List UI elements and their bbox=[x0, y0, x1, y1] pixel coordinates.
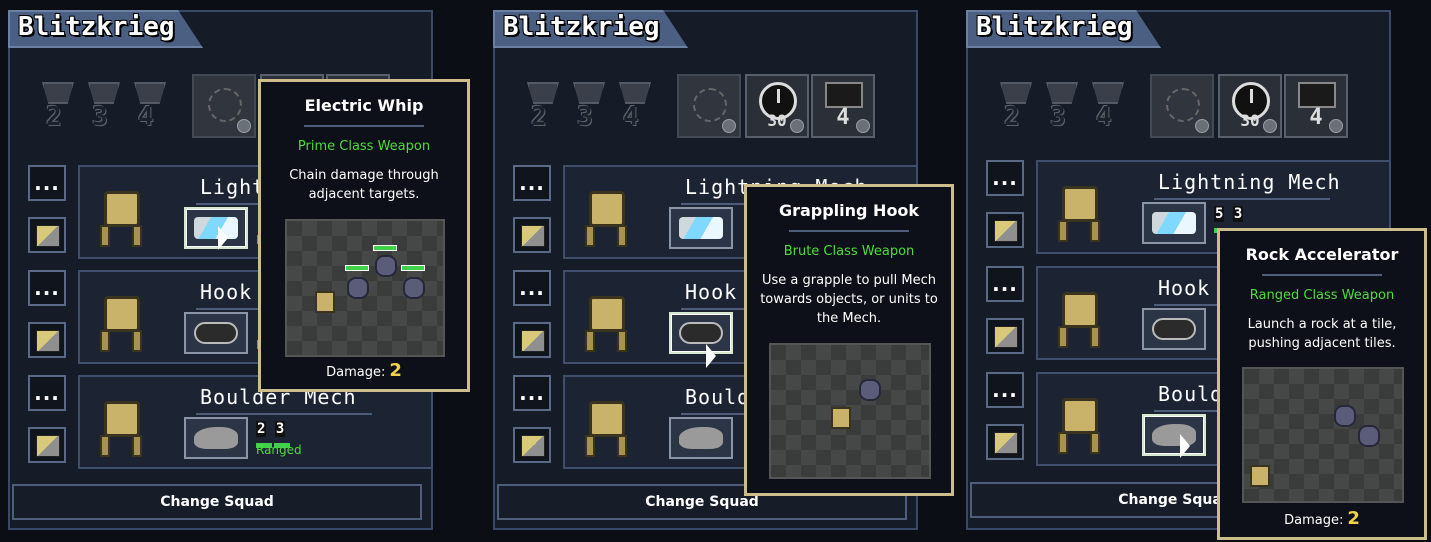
weapon-slot[interactable] bbox=[669, 207, 733, 249]
boulder-mech-portrait bbox=[92, 383, 152, 461]
electric-whip-icon bbox=[1152, 212, 1196, 234]
tooltip-description: Use a grapple to pull Mech towards objec… bbox=[760, 273, 938, 326]
rock-accelerator-icon bbox=[679, 427, 723, 449]
more-options-button[interactable]: ... bbox=[513, 270, 551, 306]
boulder-mech-portrait bbox=[1050, 380, 1110, 458]
trophy-4-icon: 4 bbox=[132, 82, 168, 144]
more-options-button[interactable]: ... bbox=[28, 165, 66, 201]
paint-color-button[interactable] bbox=[986, 424, 1024, 460]
reward-clock[interactable]: 30 bbox=[745, 74, 809, 138]
hook-mech-portrait bbox=[577, 278, 637, 356]
weapon-slot[interactable] bbox=[669, 312, 733, 354]
weapon-slot[interactable] bbox=[184, 207, 248, 249]
lock-icon bbox=[1263, 119, 1277, 133]
squad-title: Blitzkrieg bbox=[976, 12, 1133, 42]
lock-icon bbox=[856, 119, 870, 133]
squad-title: Blitzkrieg bbox=[503, 12, 660, 42]
mouse-cursor-icon bbox=[218, 226, 228, 250]
weapon-slot[interactable] bbox=[184, 312, 248, 354]
trophy-3-icon: 3 bbox=[86, 82, 122, 144]
paint-color-button[interactable] bbox=[513, 322, 551, 358]
more-options-button[interactable]: ... bbox=[513, 165, 551, 201]
rock-accelerator-icon bbox=[194, 427, 238, 449]
grappling-hook-icon bbox=[1152, 318, 1196, 340]
gears-icon bbox=[693, 88, 727, 122]
gears-icon bbox=[208, 88, 242, 122]
more-options-button[interactable]: ... bbox=[986, 266, 1024, 302]
mech-name: Lightning Mech bbox=[1158, 170, 1341, 194]
mouse-cursor-icon bbox=[706, 344, 716, 368]
trophy-2-icon: 2 bbox=[998, 82, 1034, 144]
grappling-hook-icon bbox=[679, 322, 723, 344]
tooltip-preview bbox=[285, 219, 445, 357]
paint-color-button[interactable] bbox=[986, 212, 1024, 248]
tooltip-title: Electric Whip bbox=[304, 96, 424, 115]
weapon-slot[interactable] bbox=[669, 417, 733, 459]
reward-box[interactable]: 4 bbox=[811, 74, 875, 138]
more-options-button[interactable]: ... bbox=[28, 270, 66, 306]
paint-color-button[interactable] bbox=[513, 217, 551, 253]
reward-gears[interactable] bbox=[192, 74, 256, 138]
more-options-button[interactable]: ... bbox=[986, 372, 1024, 408]
tooltip-class: Prime Class Weapon bbox=[297, 139, 431, 154]
squad-title: Blitzkrieg bbox=[18, 12, 175, 42]
trophy-2-icon: 2 bbox=[525, 82, 561, 144]
gears-icon bbox=[1166, 88, 1200, 122]
tooltip-description: Launch a rock at a tile, pushing adjacen… bbox=[1247, 317, 1397, 351]
tooltip-class: Ranged Class Weapon bbox=[1249, 288, 1395, 303]
trophy-2-icon: 2 bbox=[40, 82, 76, 144]
weapon-tooltip: Rock Accelerator Ranged Class Weapon Lau… bbox=[1217, 228, 1427, 540]
weapon-slot[interactable] bbox=[1142, 308, 1206, 350]
weapon-slot[interactable] bbox=[184, 417, 248, 459]
weapon-slot[interactable] bbox=[1142, 414, 1206, 456]
reward-gears[interactable] bbox=[1150, 74, 1214, 138]
grappling-hook-icon bbox=[194, 322, 238, 344]
paint-color-button[interactable] bbox=[28, 427, 66, 463]
change-squad-button[interactable]: Change Squad bbox=[12, 484, 422, 520]
lock-icon bbox=[1329, 119, 1343, 133]
reward-box[interactable]: 4 bbox=[1284, 74, 1348, 138]
lock-icon bbox=[790, 119, 804, 133]
more-options-button[interactable]: ... bbox=[986, 160, 1024, 196]
lock-icon bbox=[722, 119, 736, 133]
lock-icon bbox=[237, 119, 251, 133]
lightning-mech-portrait bbox=[1050, 168, 1110, 246]
trophy-3-icon: 3 bbox=[571, 82, 607, 144]
boulder-mech-portrait bbox=[577, 383, 637, 461]
tooltip-class: Brute Class Weapon bbox=[783, 244, 915, 259]
lightning-mech-portrait bbox=[92, 173, 152, 251]
trophy-3-icon: 3 bbox=[1044, 82, 1080, 144]
reward-gears[interactable] bbox=[677, 74, 741, 138]
weapon-tooltip: Grappling Hook Brute Class Weapon Use a … bbox=[744, 184, 954, 496]
hook-mech-portrait bbox=[1050, 274, 1110, 352]
tooltip-description: Chain damage through adjacent targets. bbox=[289, 168, 439, 202]
more-options-button[interactable]: ... bbox=[28, 375, 66, 411]
tooltip-title: Rock Accelerator bbox=[1245, 245, 1399, 264]
tooltip-damage: Damage: 2 bbox=[326, 360, 402, 381]
trophy-4-icon: 4 bbox=[1090, 82, 1126, 144]
electric-whip-icon bbox=[679, 217, 723, 239]
tooltip-preview bbox=[769, 343, 931, 479]
weapon-class: Ranged bbox=[256, 443, 302, 457]
more-options-button[interactable]: ... bbox=[513, 375, 551, 411]
weapon-tooltip: Electric Whip Prime Class Weapon Chain d… bbox=[258, 79, 470, 392]
tooltip-title: Grappling Hook bbox=[778, 201, 920, 220]
paint-color-button[interactable] bbox=[986, 318, 1024, 354]
paint-color-button[interactable] bbox=[28, 322, 66, 358]
trophy-4-icon: 4 bbox=[617, 82, 653, 144]
lightning-mech-portrait bbox=[577, 173, 637, 251]
lock-icon bbox=[1195, 119, 1209, 133]
weapon-slot[interactable] bbox=[1142, 202, 1206, 244]
paint-color-button[interactable] bbox=[513, 427, 551, 463]
reward-clock[interactable]: 30 bbox=[1218, 74, 1282, 138]
electric-whip-icon bbox=[194, 217, 238, 239]
tooltip-preview bbox=[1242, 367, 1404, 503]
paint-color-button[interactable] bbox=[28, 217, 66, 253]
mouse-cursor-icon bbox=[1180, 434, 1190, 458]
hook-mech-portrait bbox=[92, 278, 152, 356]
tooltip-damage: Damage: 2 bbox=[1284, 508, 1360, 529]
